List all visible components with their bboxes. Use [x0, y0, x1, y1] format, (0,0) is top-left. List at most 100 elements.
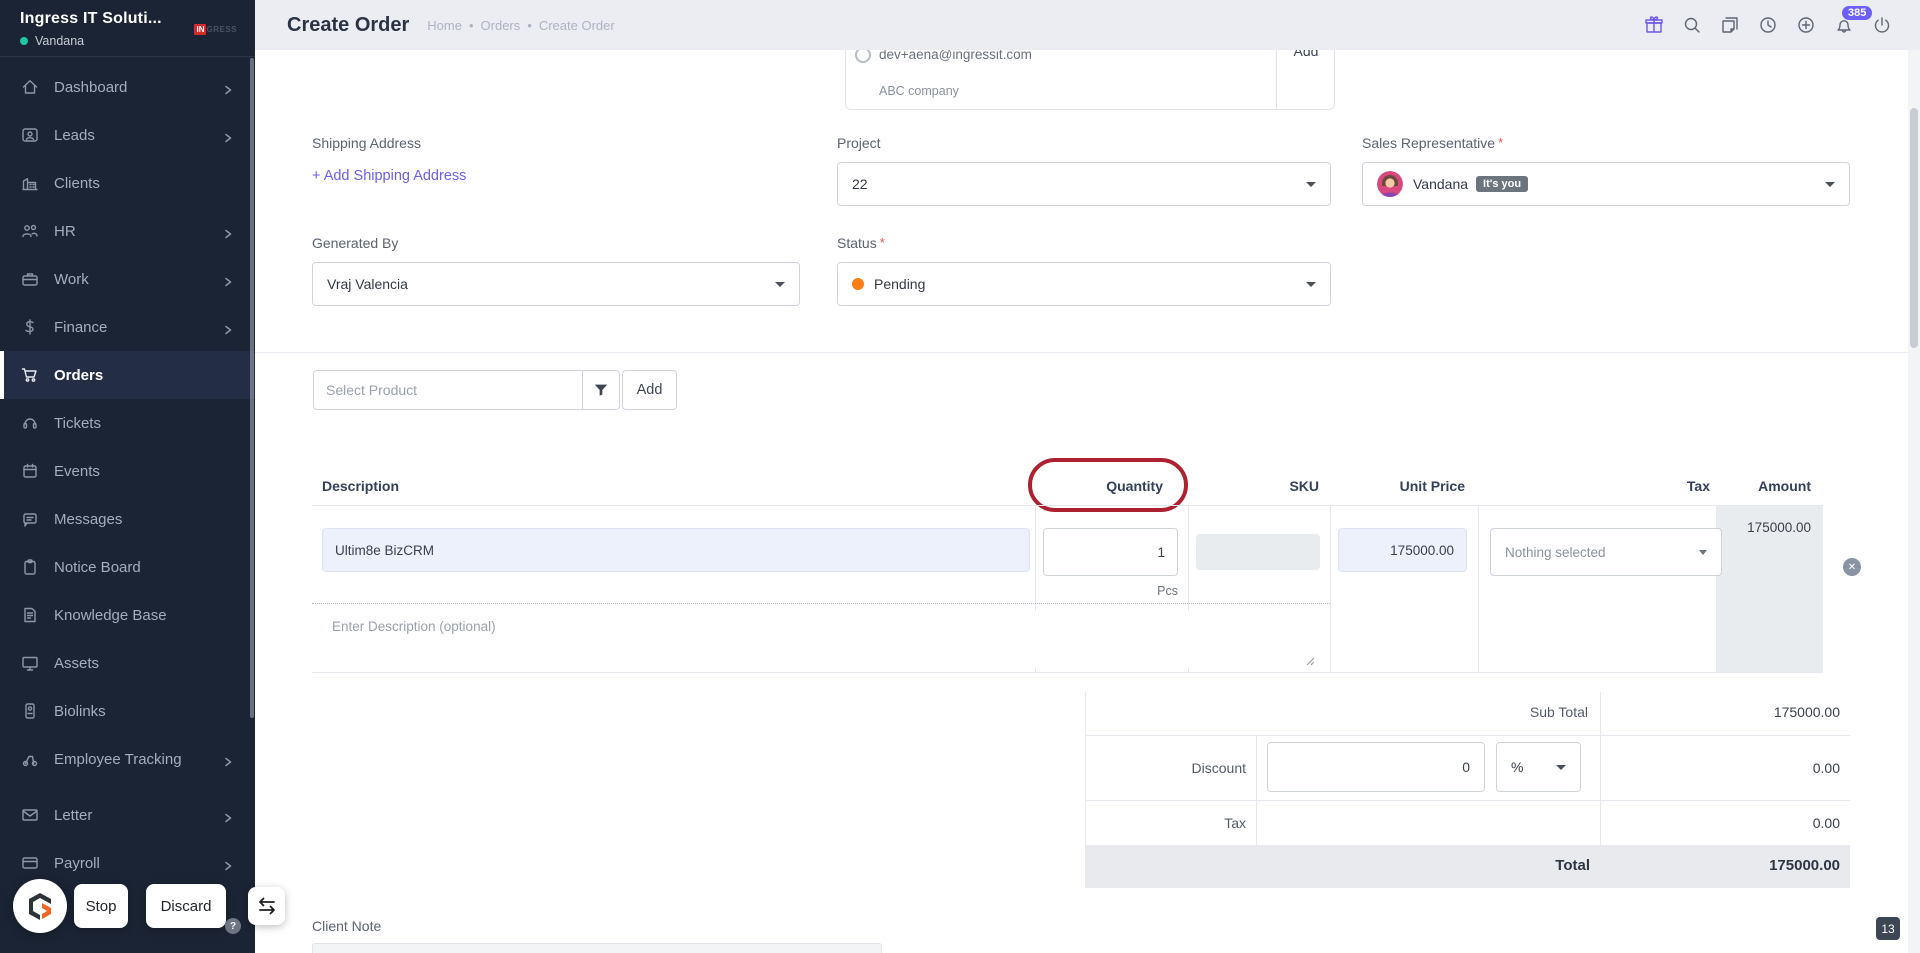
sidebar: Ingress IT Soluti... Vandana IN GRESS Das…	[0, 0, 255, 953]
item-sku-input[interactable]	[1196, 534, 1320, 570]
table-border-bottom	[312, 672, 1823, 673]
col-header-unit-price: Unit Price	[1399, 478, 1465, 494]
item-unit-price-input[interactable]	[1338, 528, 1467, 572]
sidebar-item-dashboard[interactable]: Dashboard	[0, 63, 255, 111]
ingress-logo: IN GRESS	[194, 24, 237, 35]
discount-unit-select[interactable]: %	[1496, 742, 1581, 792]
client-note-label: Client Note	[312, 918, 382, 934]
select-product-input[interactable]	[313, 370, 582, 410]
table-border-top	[312, 505, 1823, 506]
scooter-icon	[21, 750, 39, 768]
add-product-button[interactable]: Add	[622, 370, 677, 410]
col-header-description: Description	[322, 478, 400, 494]
item-description-input[interactable]	[322, 528, 1030, 572]
shipping-address-label: Shipping Address	[312, 135, 421, 151]
totals-border	[1256, 735, 1257, 845]
sidebar-item-tickets[interactable]: Tickets	[0, 399, 255, 447]
page-scrollbar[interactable]	[1908, 50, 1920, 953]
sidebar-item-hr[interactable]: HR	[0, 207, 255, 255]
chevron-down-icon	[1556, 764, 1566, 770]
page-scrollbar-thumb[interactable]	[1910, 108, 1918, 348]
section-divider	[255, 352, 1920, 353]
chevron-right-icon	[223, 810, 233, 823]
chevron-right-icon	[223, 274, 233, 287]
discount-label: Discount	[1191, 760, 1246, 776]
sidebar-item-leads[interactable]: Leads	[0, 111, 255, 159]
home-icon	[21, 78, 39, 96]
filter-button[interactable]	[582, 370, 620, 410]
sales-rep-select[interactable]: Vandana It's you	[1362, 162, 1850, 206]
sidebar-item-notice-board[interactable]: Notice Board	[0, 543, 255, 591]
sidebar-item-assets[interactable]: Assets	[0, 639, 255, 687]
col-header-quantity: Quantity	[1106, 478, 1163, 494]
discard-button[interactable]: Discard	[146, 884, 226, 928]
discount-input[interactable]	[1267, 742, 1485, 792]
row-dotted-divider	[312, 603, 1330, 604]
sidebar-item-messages[interactable]: Messages	[0, 495, 255, 543]
sidebar-scrollbar[interactable]	[250, 58, 254, 718]
clients-icon	[21, 174, 39, 192]
item-unit-label: Pcs	[1157, 584, 1178, 598]
stop-button[interactable]: Stop	[74, 884, 128, 928]
notifications-icon[interactable]: 385	[1833, 5, 1873, 36]
its-you-badge: It's you	[1476, 176, 1529, 192]
client-radio[interactable]	[855, 50, 871, 63]
chevron-right-icon	[223, 322, 233, 335]
envelope-icon	[21, 806, 39, 824]
chevron-down-icon	[1306, 281, 1316, 287]
sidebar-item-knowledge-base[interactable]: Knowledge Base	[0, 591, 255, 639]
add-shipping-address-link[interactable]: + Add Shipping Address	[312, 168, 466, 184]
breadcrumb-separator: •	[468, 17, 474, 33]
tax-amount: 0.00	[1812, 815, 1840, 831]
chevron-down-icon	[1699, 549, 1707, 555]
create-order-screen: Ingress IT Soluti... Vandana IN GRESS Das…	[0, 0, 1920, 953]
chevron-right-icon	[223, 754, 233, 767]
total-value: 175000.00	[1769, 857, 1840, 874]
sidebar-item-events[interactable]: Events	[0, 447, 255, 495]
sidebar-item-letter[interactable]: Letter	[0, 791, 255, 839]
discount-amount: 0.00	[1812, 760, 1840, 776]
remove-item-icon[interactable]: ✕	[1843, 558, 1861, 576]
sidebar-item-employee-tracking[interactable]: Employee Tracking	[0, 735, 255, 783]
client-option-card[interactable]: dev+aena@ingressit.com ABC company Add	[845, 50, 1335, 110]
sidebar-item-work[interactable]: Work	[0, 255, 255, 303]
sub-total-label: Sub Total	[1529, 704, 1588, 720]
power-icon[interactable]	[1871, 15, 1892, 36]
resize-handle-icon[interactable]	[1303, 653, 1315, 666]
sidebar-item-biolinks[interactable]: Biolinks	[0, 687, 255, 735]
history-icon[interactable]	[1757, 15, 1778, 36]
status-label: Status *	[837, 235, 885, 251]
sidebar-item-clients[interactable]: Clients	[0, 159, 255, 207]
chevron-right-icon	[223, 858, 233, 871]
chevron-right-icon	[223, 82, 233, 95]
chevron-down-icon	[775, 281, 785, 287]
sidebar-item-finance[interactable]: Finance	[0, 303, 255, 351]
status-select[interactable]: Pending	[837, 262, 1331, 306]
generated-by-select[interactable]: Vraj Valencia	[312, 262, 800, 306]
header-icons: 385	[1643, 5, 1892, 36]
search-icon[interactable]	[1681, 15, 1702, 36]
gift-icon[interactable]	[1643, 15, 1664, 36]
breadcrumb-home[interactable]: Home	[427, 18, 462, 33]
project-select[interactable]: 22	[837, 162, 1331, 206]
assistant-logo[interactable]	[13, 879, 67, 933]
item-tax-select[interactable]: Nothing selected	[1490, 528, 1722, 576]
item-long-description-textarea[interactable]	[322, 611, 1320, 668]
breadcrumb-orders[interactable]: Orders	[481, 18, 521, 33]
add-circle-icon[interactable]	[1795, 15, 1816, 36]
help-icon[interactable]: ?	[225, 918, 241, 934]
item-quantity-input[interactable]	[1043, 528, 1178, 576]
table-col-border	[1330, 505, 1331, 672]
notes-icon[interactable]	[1719, 15, 1740, 36]
monitor-icon	[21, 654, 39, 672]
generated-by-label: Generated By	[312, 235, 399, 251]
client-add-button[interactable]: Add	[1276, 50, 1336, 59]
wallet-icon	[21, 854, 39, 872]
col-header-sku: SKU	[1289, 478, 1319, 494]
main-content: dev+aena@ingressit.com ABC company Add S…	[255, 50, 1920, 953]
sidebar-item-orders[interactable]: Orders	[0, 351, 255, 399]
breadcrumb-current: Create Order	[538, 17, 615, 33]
cart-icon	[21, 366, 39, 384]
client-email: dev+aena@ingressit.com	[879, 50, 1032, 62]
swap-button[interactable]	[248, 887, 285, 925]
